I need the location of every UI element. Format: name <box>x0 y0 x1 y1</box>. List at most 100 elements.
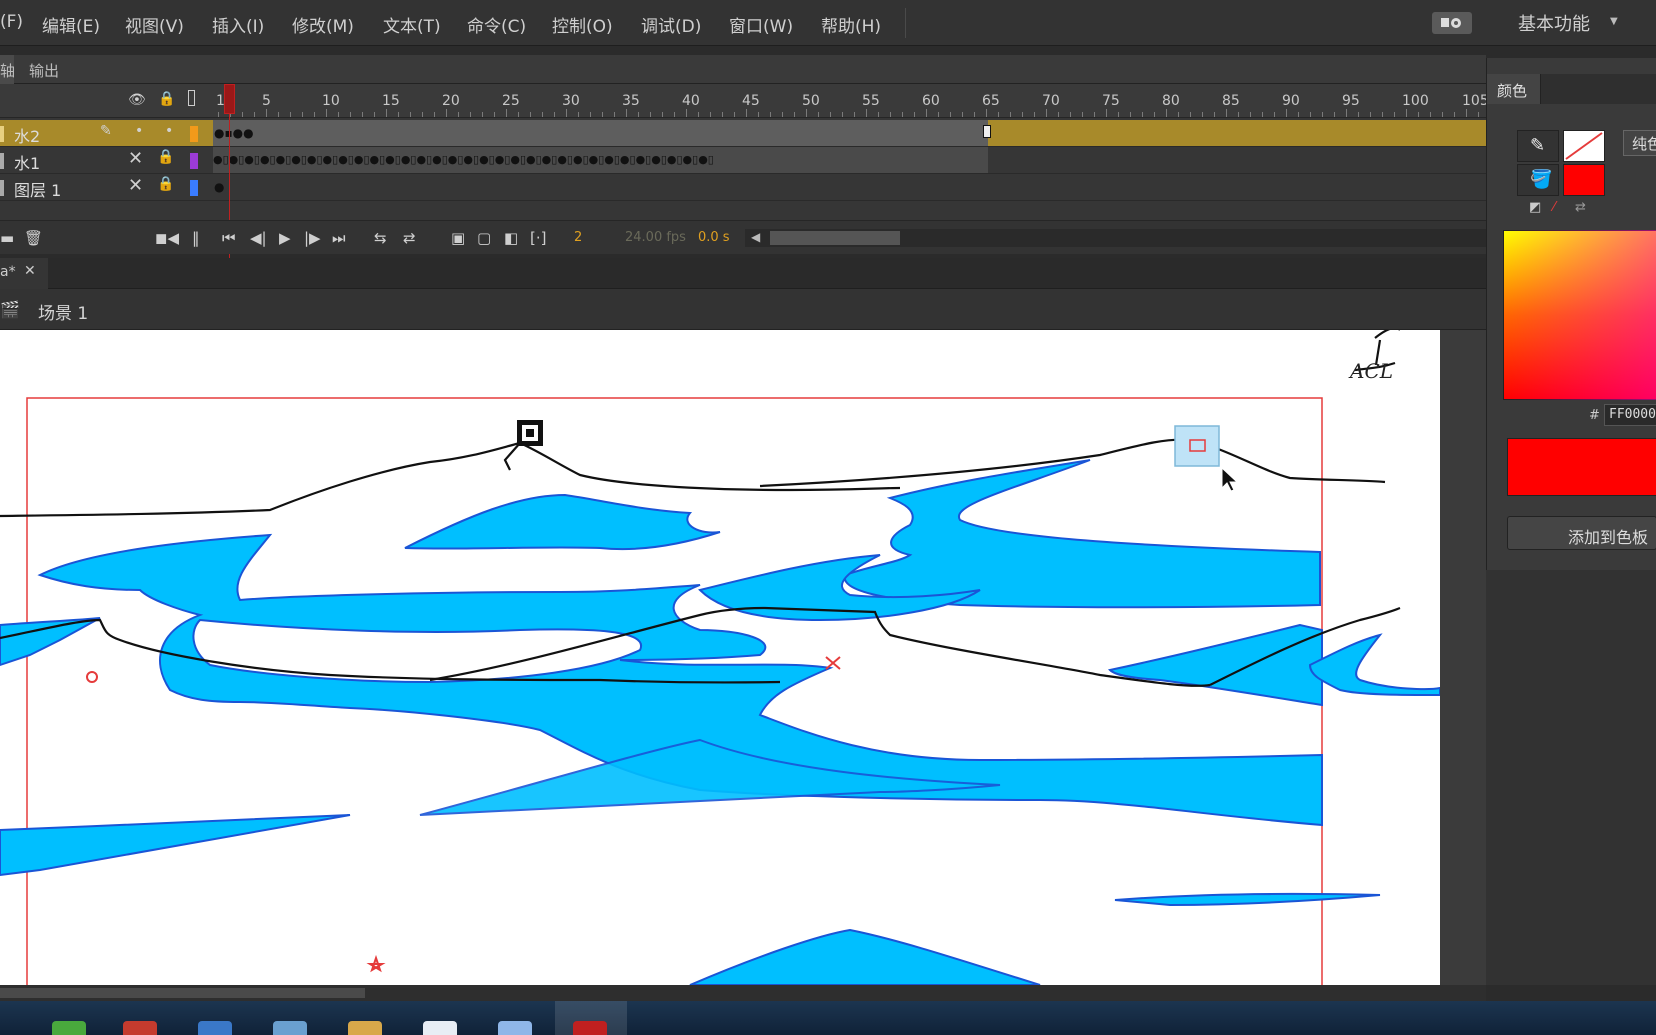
sync-settings-button[interactable] <box>1432 12 1472 34</box>
trash-icon[interactable]: 🗑 <box>24 229 43 247</box>
layer-name[interactable]: 水1 <box>14 150 40 174</box>
menu-control[interactable]: 控制(O) <box>552 12 613 37</box>
frame-ruler[interactable]: 👁 🔒 1 5 10 15 20 25 30 35 40 45 50 55 60 65 70 75 80 85 90… <box>0 84 1489 118</box>
ruler-tick <box>218 112 219 117</box>
visible-dot-icon[interactable]: • <box>135 123 143 139</box>
layer-row-water2[interactable]: 水2 ✎ • • ●▪●● <box>0 120 1486 147</box>
timeline-hscroll[interactable]: ◀ <box>745 229 1486 247</box>
color-panel-title[interactable]: 颜色 <box>1497 80 1527 101</box>
layer-outline-color[interactable] <box>190 126 198 142</box>
ruler-label: 100 <box>1402 93 1429 109</box>
menu-window[interactable]: 窗口(W) <box>729 12 793 37</box>
onion-outline-icon[interactable]: ▢ <box>477 229 491 247</box>
artwork[interactable]: ACL <box>0 326 1441 999</box>
no-color-button-icon[interactable]: ⁄ <box>1553 200 1555 215</box>
layer-outline-color[interactable] <box>190 180 198 196</box>
ruler-label: 105 <box>1462 93 1489 109</box>
water-shapes[interactable] <box>0 459 1441 986</box>
add-to-swatches-button[interactable]: 添加到色板 <box>1507 516 1656 550</box>
frame-rate[interactable]: 24.00 fps <box>625 230 686 245</box>
hex-input[interactable]: FF0000 <box>1604 404 1656 426</box>
lock-icon[interactable]: 🔒 <box>158 91 175 107</box>
menu-modify[interactable]: 修改(M) <box>292 12 354 37</box>
ruler-tick <box>326 109 327 117</box>
stage-scroll-thumb[interactable] <box>0 988 365 998</box>
taskbar-active-slot[interactable] <box>555 1001 627 1035</box>
menu-file[interactable]: (F) <box>0 12 23 32</box>
eye-icon[interactable]: 👁 <box>128 92 146 108</box>
document-tab[interactable]: a* ✕ <box>0 258 48 289</box>
layer-frames[interactable] <box>213 120 988 146</box>
menu-edit[interactable]: 编辑(E) <box>42 12 100 37</box>
scroll-left-icon[interactable]: ◀ <box>751 230 760 244</box>
center-frame-icon[interactable]: ⇄ <box>403 229 416 247</box>
edit-multiple-icon[interactable]: ◧ <box>504 229 518 247</box>
menu-insert[interactable]: 插入(I) <box>212 12 264 37</box>
lock-icon[interactable]: 🔒 <box>157 176 174 192</box>
scene-label[interactable]: 场景 1 <box>38 299 88 324</box>
tab-timeline[interactable]: 轴 <box>0 60 15 81</box>
taskbar-folder-icon[interactable] <box>348 1021 382 1035</box>
end-frame[interactable] <box>983 125 991 138</box>
stage-hscroll[interactable] <box>0 985 1486 1001</box>
default-colors-icon[interactable]: ◩ <box>1529 200 1541 215</box>
ruler-tick <box>1430 112 1431 117</box>
taskbar-app-icon[interactable] <box>52 1021 86 1035</box>
last-frame-icon[interactable]: ⏭ <box>332 229 346 247</box>
step-forward-icon[interactable]: |▶ <box>304 229 321 247</box>
pause-icon[interactable]: ‖ <box>192 229 200 247</box>
hidden-x-icon[interactable]: ✕ <box>128 175 143 196</box>
onion-skin-icon[interactable]: ▣ <box>451 229 465 247</box>
loop-icon[interactable]: ⇆ <box>374 229 387 247</box>
layer-outline-color[interactable] <box>190 153 198 169</box>
workspace-switcher[interactable]: 基本功能 <box>1518 10 1590 36</box>
new-folder-icon[interactable]: ▬ <box>0 229 14 247</box>
camera-icon[interactable]: ◼◀ <box>155 229 179 247</box>
step-back-icon[interactable]: ◀| <box>250 229 267 247</box>
elapsed-time[interactable]: 0.0 s <box>698 230 730 245</box>
close-icon[interactable]: ✕ <box>24 263 36 279</box>
layer-row-layer1[interactable]: 图层 1 ✕ 🔒 ● <box>0 174 1486 201</box>
keyframes[interactable]: ●▪●● <box>214 126 254 140</box>
taskbar-app-icon[interactable] <box>423 1021 457 1035</box>
onion-markers-icon[interactable]: [·] <box>530 229 546 247</box>
taskbar-app-icon[interactable] <box>198 1021 232 1035</box>
outline-icon[interactable] <box>188 90 195 106</box>
fill-type-select[interactable]: 纯色 <box>1623 130 1656 156</box>
hidden-x-icon[interactable]: ✕ <box>128 148 143 169</box>
first-frame-icon[interactable]: ⏮ <box>222 229 236 247</box>
stroke-tool-button[interactable]: ✎ <box>1517 130 1559 162</box>
menu-text[interactable]: 文本(T) <box>383 12 441 37</box>
lock-dot-icon[interactable]: • <box>165 123 173 139</box>
swap-colors-icon[interactable]: ⇄ <box>1575 200 1586 215</box>
keyframes[interactable]: ●▯●▯●▯●▯●▯●▯●▯●▯●▯●▯●▯●▯●▯●▯●▯●▯●▯●▯●▯●▯… <box>213 153 988 166</box>
taskbar-app-icon[interactable] <box>273 1021 307 1035</box>
document-tab-label[interactable]: a* <box>0 264 16 280</box>
lock-icon[interactable]: 🔒 <box>157 149 174 165</box>
play-icon[interactable]: ▶ <box>279 229 291 247</box>
fill-tool-button[interactable]: 🪣 <box>1517 164 1559 196</box>
layer-name[interactable]: 水2 <box>14 123 40 147</box>
fill-color-swatch[interactable] <box>1563 164 1605 196</box>
taskbar-animate-icon[interactable] <box>573 1021 607 1035</box>
menu-commands[interactable]: 命令(C) <box>467 12 526 37</box>
taskbar-app-icon[interactable] <box>123 1021 157 1035</box>
keyframes[interactable]: ● <box>214 180 224 194</box>
current-frame[interactable]: 2 <box>574 230 582 245</box>
ruler-tick <box>434 112 435 117</box>
taskbar-app-icon[interactable] <box>498 1021 532 1035</box>
menu-view[interactable]: 视图(V) <box>125 12 184 37</box>
stroke-color-swatch[interactable] <box>1563 130 1605 162</box>
tab-output[interactable]: 输出 <box>29 60 59 81</box>
ruler-label: 75 <box>1102 93 1120 109</box>
scroll-thumb[interactable] <box>770 231 900 245</box>
ruler-tick <box>1214 112 1215 117</box>
layer-row-water1[interactable]: 水1 ✕ 🔒 ●▯●▯●▯●▯●▯●▯●▯●▯●▯●▯●▯●▯●▯●▯●▯●▯●… <box>0 147 1486 174</box>
menu-help[interactable]: 帮助(H) <box>821 12 881 37</box>
playhead[interactable] <box>224 84 235 114</box>
layer-name[interactable]: 图层 1 <box>14 177 61 201</box>
stage-canvas[interactable]: ACL <box>0 326 1441 999</box>
menu-debug[interactable]: 调试(D) <box>641 12 701 37</box>
chevron-down-icon[interactable]: ▼ <box>1610 16 1618 27</box>
stage-area[interactable]: ACL <box>0 326 1486 999</box>
